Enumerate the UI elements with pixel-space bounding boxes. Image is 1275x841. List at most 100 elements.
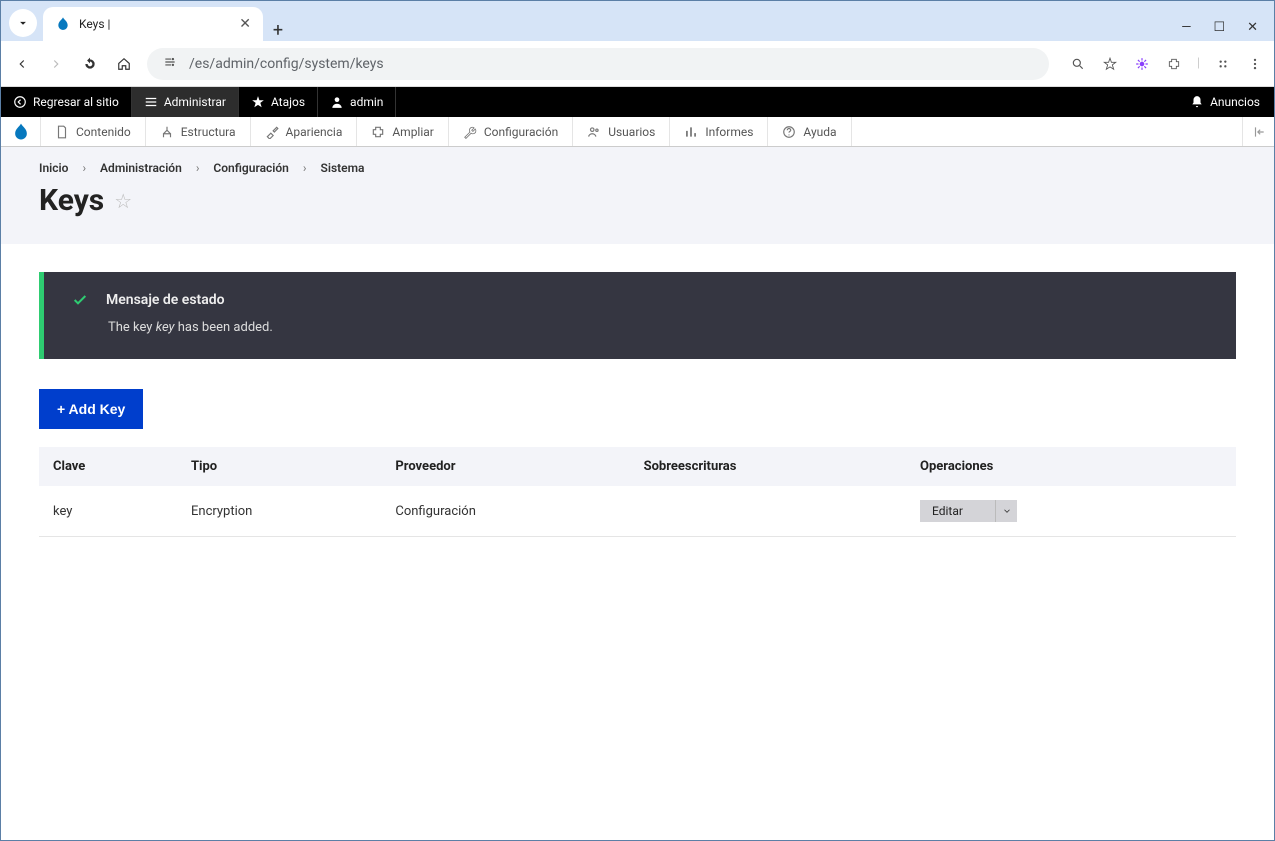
people-icon [587,125,601,139]
file-icon [55,125,69,139]
browser-home-button[interactable] [113,53,135,75]
browser-reload-button[interactable] [79,53,101,75]
tab-dropdown-button[interactable] [9,9,37,37]
admin-menu-label: Apariencia [286,125,343,139]
url-text: /es/admin/config/system/keys [189,56,384,72]
status-text-prefix: The key [108,320,156,335]
admin-menu-label: Ampliar [392,125,434,139]
browser-back-button[interactable] [11,53,33,75]
sitemap-icon [160,125,174,139]
admin-menu-configuration[interactable]: Configuración [449,117,573,146]
toolbar-manage-label: Administrar [164,95,226,109]
table-header-operations[interactable]: Operaciones [906,447,1236,486]
puzzle-icon [371,125,385,139]
admin-menu-label: Ayuda [803,125,836,139]
page-title: Keys [39,183,104,218]
hamburger-icon [144,95,158,109]
browser-menu-icon[interactable] [1246,55,1264,73]
toolbar-announcements[interactable]: Anuncios [1176,87,1274,117]
drupal-logo[interactable] [1,117,41,146]
cell-type: Encryption [177,486,381,537]
breadcrumb-item[interactable]: Inicio [39,161,68,175]
operations-dropbutton[interactable]: Editar [920,500,1017,522]
paintbrush-icon [265,125,279,139]
url-input[interactable]: /es/admin/config/system/keys [147,48,1049,80]
table-header-provider[interactable]: Proveedor [381,447,629,486]
page-header-region: Inicio › Administración › Configuración … [1,147,1274,244]
admin-menu-label: Configuración [484,125,558,139]
toolbar-user-label: admin [350,95,383,109]
admin-menu-label: Informes [705,125,753,139]
breadcrumb-item[interactable]: Configuración [213,161,288,175]
chevron-down-icon [16,16,30,30]
tab-title: Keys | [79,17,231,31]
toolbar-shortcuts[interactable]: Atajos [239,87,318,117]
breadcrumb-item[interactable]: Administración [100,161,182,175]
admin-menu-structure[interactable]: Estructura [146,117,251,146]
bar-chart-icon [684,125,698,139]
toolbar-orientation-toggle[interactable] [1242,117,1274,146]
bell-icon [1190,95,1204,109]
status-text-suffix: has been added. [175,320,273,335]
user-icon [330,95,344,109]
toolbar-shortcuts-label: Atajos [271,95,305,109]
admin-menu-label: Estructura [181,125,236,139]
wrench-icon [463,125,477,139]
admin-menu-people[interactable]: Usuarios [573,117,670,146]
breadcrumb-separator: › [82,161,86,175]
status-key-name: key [156,320,175,335]
bookmark-star-icon[interactable] [1101,55,1119,73]
browser-tab[interactable]: Keys | ✕ [43,7,263,41]
site-settings-icon[interactable] [161,55,179,73]
toolbar-announcements-label: Anuncios [1210,95,1260,109]
admin-menu-reports[interactable]: Informes [670,117,768,146]
table-row: key Encryption Configuración Editar [39,486,1236,537]
breadcrumb-item[interactable]: Sistema [321,161,365,175]
window-maximize-button[interactable]: ☐ [1213,20,1225,35]
add-key-button[interactable]: + Add Key [39,389,143,429]
status-body: The key key has been added. [72,320,1208,335]
browser-forward-button[interactable] [45,53,67,75]
operations-edit-label[interactable]: Editar [920,500,995,522]
check-icon [72,292,88,308]
toolbar-back-to-site[interactable]: Regresar al sitio [1,87,132,117]
toolbar-back-label: Regresar al sitio [33,95,119,109]
admin-menu-bar: Contenido Estructura Apariencia Ampliar … [1,117,1274,147]
extension-icon[interactable] [1133,55,1151,73]
toolbar-user[interactable]: admin [318,87,396,117]
window-close-button[interactable]: ✕ [1247,20,1258,35]
admin-menu-label: Usuarios [608,125,655,139]
admin-menu-help[interactable]: Ayuda [768,117,851,146]
new-tab-button[interactable]: + [263,20,293,41]
admin-menu-content[interactable]: Contenido [41,117,146,146]
breadcrumb-separator: › [303,161,307,175]
status-message: Mensaje de estado The key key has been a… [39,272,1236,359]
operations-caret[interactable] [995,500,1017,522]
zoom-icon[interactable] [1069,55,1087,73]
extensions-puzzle-icon[interactable] [1165,55,1183,73]
page-body: Mensaje de estado The key key has been a… [1,244,1274,565]
table-header-type[interactable]: Tipo [177,447,381,486]
drupal-toolbar: Regresar al sitio Administrar Atajos adm… [1,87,1274,117]
breadcrumb: Inicio › Administración › Configuración … [39,161,1236,175]
star-icon [251,95,265,109]
cell-key: key [39,486,177,537]
cell-operations: Editar [906,486,1236,537]
breadcrumb-separator: › [196,161,200,175]
admin-menu-label: Contenido [76,125,131,139]
collapse-left-icon [1252,125,1266,139]
toolbar-manage[interactable]: Administrar [132,87,239,117]
browser-tab-strip: Keys | ✕ + — ☐ ✕ [1,1,1274,41]
tab-close-button[interactable]: ✕ [239,16,251,32]
profile-icon[interactable] [1214,55,1232,73]
window-minimize-button[interactable]: — [1181,20,1191,35]
admin-menu-appearance[interactable]: Apariencia [251,117,358,146]
keys-table: Clave Tipo Proveedor Sobreescrituras Ope… [39,447,1236,537]
table-header-overrides[interactable]: Sobreescrituras [630,447,906,486]
status-heading: Mensaje de estado [106,292,225,308]
table-header-key[interactable]: Clave [39,447,177,486]
shortcut-star-icon[interactable]: ☆ [114,189,132,213]
admin-menu-extend[interactable]: Ampliar [357,117,449,146]
drupal-drop-icon [11,122,31,142]
browser-address-bar: /es/admin/config/system/keys | [1,41,1274,87]
